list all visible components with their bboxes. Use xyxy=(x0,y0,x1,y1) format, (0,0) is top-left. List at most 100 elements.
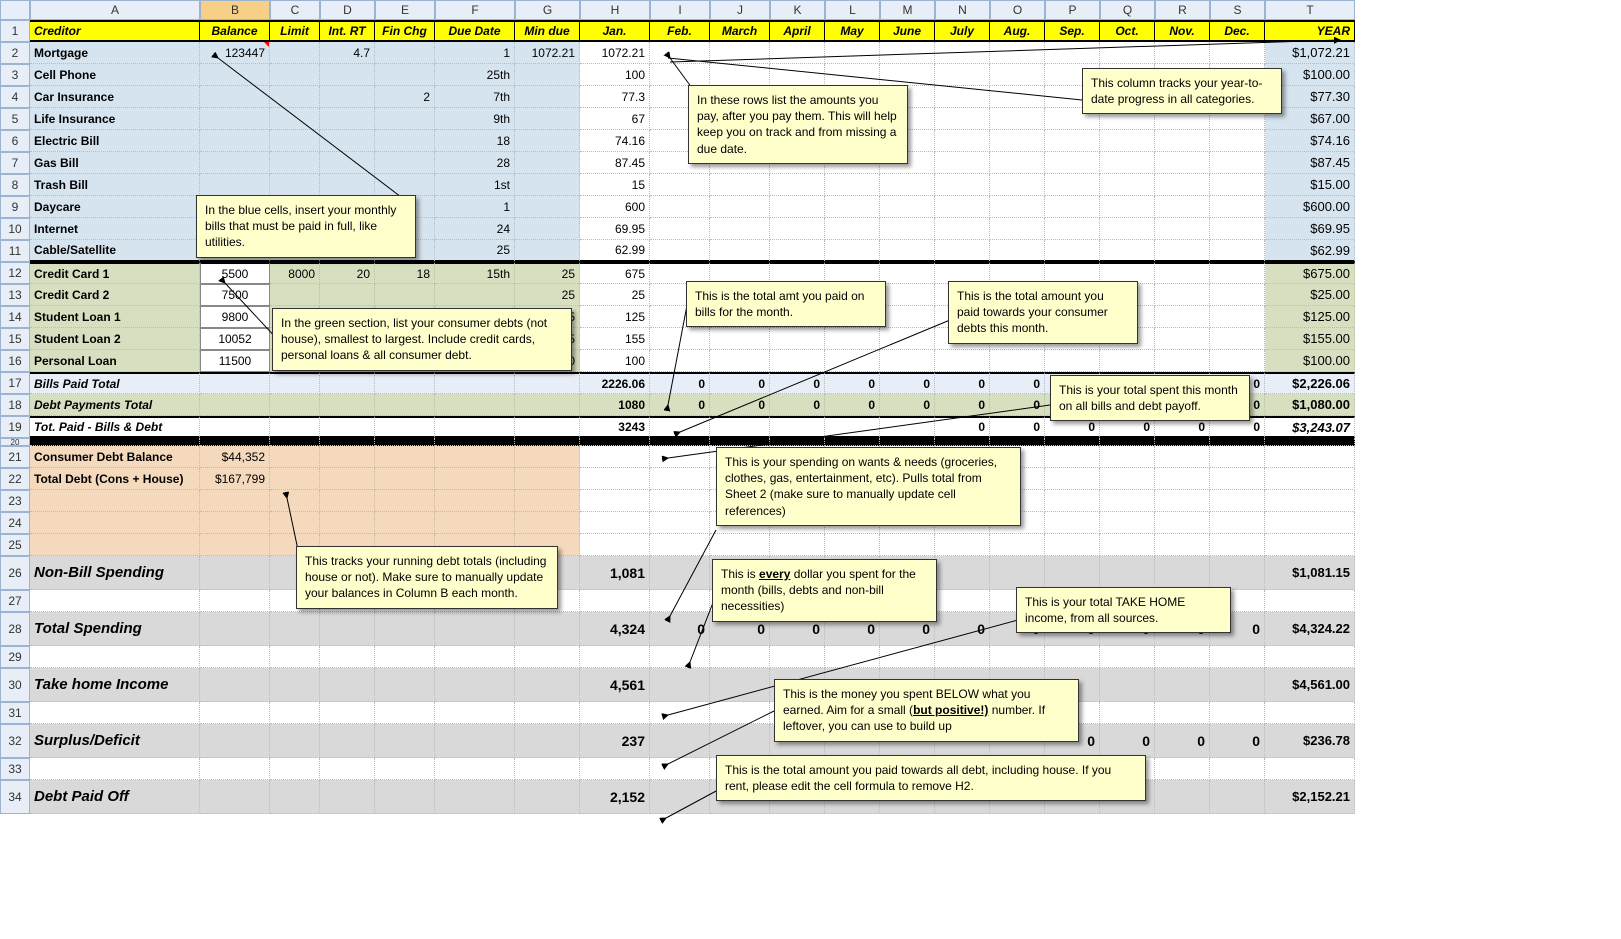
cell-4-O[interactable] xyxy=(990,86,1045,108)
cell-18-N[interactable]: 0 xyxy=(935,394,990,416)
cell-19-J[interactable] xyxy=(710,416,770,438)
cell-15-R[interactable] xyxy=(1155,328,1210,350)
cell-8-F[interactable]: 1st xyxy=(435,174,515,196)
cell-5-B[interactable] xyxy=(200,108,270,130)
cell-9-S[interactable] xyxy=(1210,196,1265,218)
cell-6-O[interactable] xyxy=(990,130,1045,152)
header-O[interactable]: Aug. xyxy=(990,20,1045,42)
cell-17-C[interactable] xyxy=(270,372,320,394)
cell-33-E[interactable] xyxy=(375,758,435,780)
cell-9-A[interactable]: Daycare xyxy=(30,196,200,218)
cell-32-E[interactable] xyxy=(375,724,435,758)
cell-25-N[interactable] xyxy=(935,534,990,556)
cell-17-H[interactable]: 2226.06 xyxy=(580,372,650,394)
cell-2-H[interactable]: 1072.21 xyxy=(580,42,650,64)
cell-23-T[interactable] xyxy=(1265,490,1355,512)
cell-18-H[interactable]: 1080 xyxy=(580,394,650,416)
header-P[interactable]: Sep. xyxy=(1045,20,1100,42)
cell-21-F[interactable] xyxy=(435,446,515,468)
cell-17-I[interactable]: 0 xyxy=(650,372,710,394)
cell-31-J[interactable] xyxy=(710,702,770,724)
cell-34-S[interactable] xyxy=(1210,780,1265,814)
cell-22-G[interactable] xyxy=(515,468,580,490)
cell-5-F[interactable]: 9th xyxy=(435,108,515,130)
cell-10-N[interactable] xyxy=(935,218,990,240)
row-head-4[interactable]: 4 xyxy=(0,86,30,108)
cell-22-I[interactable] xyxy=(650,468,710,490)
cell-21-Q[interactable] xyxy=(1100,446,1155,468)
header-I[interactable]: Feb. xyxy=(650,20,710,42)
cell-33-A[interactable] xyxy=(30,758,200,780)
cell-28-I[interactable]: 0 xyxy=(650,612,710,646)
cell-2-D[interactable]: 4.7 xyxy=(320,42,375,64)
cell-2-F[interactable]: 1 xyxy=(435,42,515,64)
cell-7-O[interactable] xyxy=(990,152,1045,174)
cell-29-D[interactable] xyxy=(320,646,375,668)
cell-27-H[interactable] xyxy=(580,590,650,612)
col-head-T[interactable]: T xyxy=(1265,0,1355,20)
cell-2-T[interactable]: $1,072.21 xyxy=(1265,42,1355,64)
cell-11-K[interactable] xyxy=(770,240,825,262)
cell-17-L[interactable]: 0 xyxy=(825,372,880,394)
cell-26-Q[interactable] xyxy=(1100,556,1155,590)
cell-24-S[interactable] xyxy=(1210,512,1265,534)
row-head-17[interactable]: 17 xyxy=(0,372,30,394)
cell-8-D[interactable] xyxy=(320,174,375,196)
cell-27-B[interactable] xyxy=(200,590,270,612)
cell-28-H[interactable]: 4,324 xyxy=(580,612,650,646)
col-head-F[interactable]: F xyxy=(435,0,515,20)
cell-9-M[interactable] xyxy=(880,196,935,218)
cell-24-B[interactable] xyxy=(200,512,270,534)
cell-28-B[interactable] xyxy=(200,612,270,646)
cell-28-A[interactable]: Total Spending xyxy=(30,612,200,646)
cell-31-G[interactable] xyxy=(515,702,580,724)
cell-17-B[interactable] xyxy=(200,372,270,394)
cell-23-C[interactable] xyxy=(270,490,320,512)
cell-4-A[interactable]: Car Insurance xyxy=(30,86,200,108)
cell-13-C[interactable] xyxy=(270,284,320,306)
cell-17-M[interactable]: 0 xyxy=(880,372,935,394)
cell-12-F[interactable]: 15th xyxy=(435,262,515,284)
cell-10-A[interactable]: Internet xyxy=(30,218,200,240)
cell-5-O[interactable] xyxy=(990,108,1045,130)
cell-12-S[interactable] xyxy=(1210,262,1265,284)
header-Q[interactable]: Oct. xyxy=(1100,20,1155,42)
row-head-32[interactable]: 32 xyxy=(0,724,30,758)
cell-2-N[interactable] xyxy=(935,42,990,64)
cell-24-D[interactable] xyxy=(320,512,375,534)
cell-32-S[interactable]: 0 xyxy=(1210,724,1265,758)
cell-34-R[interactable] xyxy=(1155,780,1210,814)
cell-14-B[interactable]: 9800 xyxy=(200,306,270,328)
cell-8-G[interactable] xyxy=(515,174,580,196)
cell-32-B[interactable] xyxy=(200,724,270,758)
cell-30-B[interactable] xyxy=(200,668,270,702)
cell-2-Q[interactable] xyxy=(1100,42,1155,64)
col-head-K[interactable]: K xyxy=(770,0,825,20)
cell-15-I[interactable] xyxy=(650,328,710,350)
cell-34-F[interactable] xyxy=(435,780,515,814)
cell-30-A[interactable]: Take home Income xyxy=(30,668,200,702)
cell-30-T[interactable]: $4,561.00 xyxy=(1265,668,1355,702)
cell-11-I[interactable] xyxy=(650,240,710,262)
col-head-R[interactable]: R xyxy=(1155,0,1210,20)
cell-13-F[interactable] xyxy=(435,284,515,306)
cell-3-H[interactable]: 100 xyxy=(580,64,650,86)
cell-7-S[interactable] xyxy=(1210,152,1265,174)
row-head-9[interactable]: 9 xyxy=(0,196,30,218)
cell-4-B[interactable] xyxy=(200,86,270,108)
cell-13-R[interactable] xyxy=(1155,284,1210,306)
cell-8-M[interactable] xyxy=(880,174,935,196)
cell-8-R[interactable] xyxy=(1155,174,1210,196)
cell-13-D[interactable] xyxy=(320,284,375,306)
cell-29-F[interactable] xyxy=(435,646,515,668)
cell-26-R[interactable] xyxy=(1155,556,1210,590)
cell-25-O[interactable] xyxy=(990,534,1045,556)
header-J[interactable]: March xyxy=(710,20,770,42)
cell-21-I[interactable] xyxy=(650,446,710,468)
cell-3-G[interactable] xyxy=(515,64,580,86)
header-G[interactable]: Min due xyxy=(515,20,580,42)
cell-2-K[interactable] xyxy=(770,42,825,64)
cell-16-P[interactable] xyxy=(1045,350,1100,372)
cell-21-C[interactable] xyxy=(270,446,320,468)
cell-23-E[interactable] xyxy=(375,490,435,512)
